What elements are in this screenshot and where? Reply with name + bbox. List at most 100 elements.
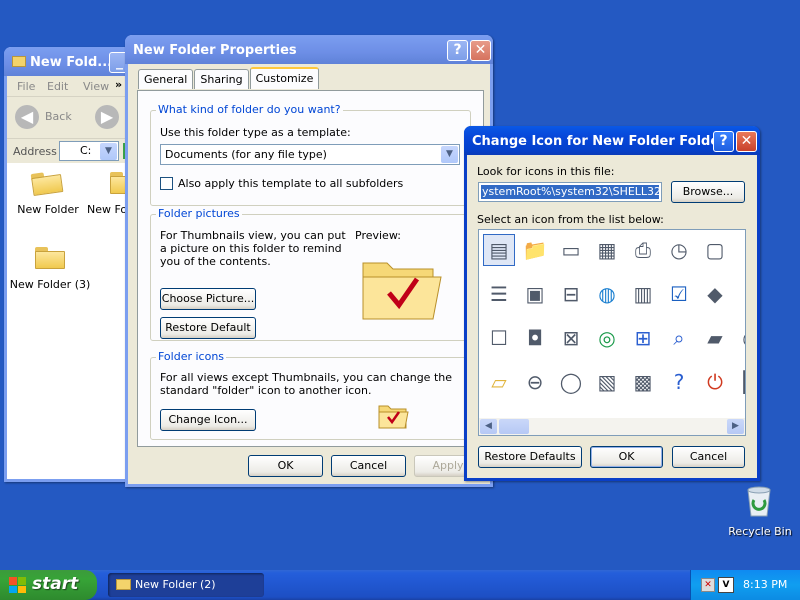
partial-icon-2[interactable]: ◉ xyxy=(735,322,745,354)
address-bar: Address C: ▼ xyxy=(7,139,131,163)
restore-defaults-button[interactable]: Restore Defaults xyxy=(478,446,582,468)
chevron-down-icon[interactable]: ▼ xyxy=(441,146,458,163)
icons-group: Folder icons For all views except Thumbn… xyxy=(150,350,471,440)
chevron-down-icon[interactable]: ▼ xyxy=(100,143,117,160)
back-arrow-icon[interactable]: ◀ xyxy=(15,105,39,129)
cd-icon[interactable]: ◯ xyxy=(555,366,587,398)
globe-icon[interactable]: ◍ xyxy=(591,278,623,310)
icon-list[interactable]: ▤📁▭▦⎙◷▢▸ ☰▣⊟◍▥☑◆↗ ☐◘⊠◎⊞⌕▰◉ ▱⊖◯▧▩?⏻▏ ◀ ▶ xyxy=(478,229,746,436)
cube-icon[interactable]: ◆ xyxy=(699,278,731,310)
shortcut-arrow-icon[interactable]: ↗ xyxy=(735,278,745,310)
scroll-thumb[interactable] xyxy=(499,419,529,434)
monitor-globe-icon[interactable]: ▥ xyxy=(627,278,659,310)
properties-ok-button[interactable]: OK xyxy=(248,455,323,477)
network-drive-icon[interactable]: ⊟ xyxy=(555,278,587,310)
change-icon-ok-button[interactable]: OK xyxy=(590,446,663,468)
folder-item-label[interactable]: New Folder xyxy=(17,203,79,216)
cd-drive-icon[interactable]: ⊖ xyxy=(519,366,551,398)
properties-title: New Folder Properties xyxy=(133,43,297,58)
apply-subfolders-checkbox[interactable] xyxy=(160,177,173,190)
back-label[interactable]: Back xyxy=(45,110,72,123)
window-icon[interactable]: ▢ xyxy=(699,234,731,266)
chip-icon[interactable]: ▦ xyxy=(591,234,623,266)
checkbox-icon[interactable]: ☑ xyxy=(663,278,695,310)
help-icon[interactable]: ? xyxy=(663,366,695,398)
properties-cancel-button[interactable]: Cancel xyxy=(331,455,406,477)
scroll-right-icon[interactable]: ▶ xyxy=(727,419,744,434)
apply-subfolders-label[interactable]: Also apply this template to all subfolde… xyxy=(178,177,403,190)
computer-drive-icon[interactable]: ▣ xyxy=(519,278,551,310)
look-for-label: Look for icons in this file: xyxy=(477,165,615,178)
kind-group: What kind of folder do you want? Use thi… xyxy=(150,103,471,206)
folder-icon[interactable] xyxy=(31,170,64,196)
menu-edit[interactable]: Edit xyxy=(47,80,68,93)
folder-item-label[interactable]: New Folder (3) xyxy=(7,278,93,291)
tab-general[interactable]: General xyxy=(138,69,194,89)
restore-default-button[interactable]: Restore Default xyxy=(160,317,256,339)
partial-icon-3[interactable]: ▏ xyxy=(735,366,745,398)
icon-file-input[interactable]: ystemRoot%\system32\SHELL32.dll xyxy=(478,182,662,202)
close-button[interactable]: ✕ xyxy=(736,131,757,152)
folder-open-icon[interactable]: ▱ xyxy=(483,366,515,398)
folder-icon[interactable]: 📁 xyxy=(519,234,551,266)
scroll-left-icon[interactable]: ◀ xyxy=(480,419,497,434)
drive-x-icon[interactable]: ⊠ xyxy=(555,322,587,354)
start-label: start xyxy=(32,574,79,594)
window-app-icon[interactable]: ▤ xyxy=(483,234,515,266)
template-label: Use this folder type as a template: xyxy=(160,126,351,139)
clock[interactable]: 8:13 PM xyxy=(743,578,787,591)
computer-icon[interactable]: ▧ xyxy=(591,366,623,398)
taskbar-item-label: New Folder (2) xyxy=(135,578,216,591)
template-select[interactable]: Documents (for any file type) ▼ xyxy=(160,144,460,165)
kind-group-label: What kind of folder do you want? xyxy=(156,103,343,116)
partial-icon[interactable]: ▸ xyxy=(735,234,745,266)
change-icon-title: Change Icon for New Folder Folder xyxy=(472,134,726,149)
drive-icon[interactable]: ▭ xyxy=(555,234,587,266)
document-clock-icon[interactable]: ◷ xyxy=(663,234,695,266)
help-button[interactable]: ? xyxy=(713,131,734,152)
change-icon-cancel-button[interactable]: Cancel xyxy=(672,446,745,468)
start-button[interactable]: start xyxy=(0,570,97,600)
folder-icon[interactable] xyxy=(35,247,65,269)
tab-strip: General Sharing Customize xyxy=(138,67,320,89)
change-icon-button[interactable]: Change Icon... xyxy=(160,409,256,431)
menu-file[interactable]: File xyxy=(17,80,35,93)
explorer-window[interactable]: New Fold... _ File Edit View » ◀ Back ▶ … xyxy=(4,47,140,482)
horizontal-scrollbar[interactable]: ◀ ▶ xyxy=(479,418,745,435)
menu-more[interactable]: » xyxy=(115,78,122,91)
shutdown-icon[interactable]: ⏻ xyxy=(699,366,731,398)
network-icon[interactable]: ✕ xyxy=(701,578,715,592)
taskbar-item-new-folder-2[interactable]: New Folder (2) xyxy=(108,573,264,597)
icon-file-value: ystemRoot%\system32\SHELL32.dll xyxy=(481,185,659,199)
recycle-bin-label[interactable]: Recycle Bin xyxy=(726,525,794,538)
blank-window-icon[interactable]: ☐ xyxy=(483,322,515,354)
change-icon-dialog[interactable]: Change Icon for New Folder Folder ? ✕ Lo… xyxy=(464,126,760,481)
forward-arrow-icon[interactable]: ▶ xyxy=(95,105,119,129)
printer-icon[interactable]: ⎙ xyxy=(627,234,659,266)
preview-label: Preview: xyxy=(355,229,401,242)
browse-button[interactable]: Browse... xyxy=(671,181,745,203)
icons-description: For all views except Thumbnails, you can… xyxy=(160,371,452,397)
removable-drive-icon[interactable]: ▰ xyxy=(699,322,731,354)
menu-view[interactable]: View xyxy=(83,80,109,93)
close-button[interactable]: ✕ xyxy=(470,40,491,61)
network-icon[interactable]: ⊞ xyxy=(627,322,659,354)
document-list-icon[interactable]: ☰ xyxy=(483,278,515,310)
taskbar: start New Folder (2) ✕ V 8:13 PM xyxy=(0,570,800,600)
properties-title-bar[interactable]: New Folder Properties xyxy=(125,35,493,64)
floppy-icon[interactable]: ◘ xyxy=(519,322,551,354)
choose-picture-button[interactable]: Choose Picture... xyxy=(160,288,256,310)
icon-grid: ▤📁▭▦⎙◷▢▸ ☰▣⊟◍▥☑◆↗ ☐◘⊠◎⊞⌕▰◉ ▱⊖◯▧▩?⏻▏ xyxy=(481,232,745,408)
vmware-tools-icon[interactable]: V xyxy=(718,577,734,593)
tab-sharing[interactable]: Sharing xyxy=(194,69,249,89)
tab-customize[interactable]: Customize xyxy=(249,67,320,89)
magnifier-icon[interactable]: ⌕ xyxy=(663,322,695,354)
customize-panel: What kind of folder do you want? Use thi… xyxy=(137,90,484,447)
recycle-bin-icon[interactable] xyxy=(744,484,774,518)
address-field[interactable]: C: ▼ xyxy=(59,141,119,161)
globe-mouse-icon[interactable]: ◎ xyxy=(591,322,623,354)
control-panel-icon[interactable]: ▩ xyxy=(627,366,659,398)
pictures-group: Folder pictures For Thumbnails view, you… xyxy=(150,207,471,341)
properties-window[interactable]: New Folder Properties ? ✕ General Sharin… xyxy=(125,35,493,487)
help-button[interactable]: ? xyxy=(447,40,468,61)
